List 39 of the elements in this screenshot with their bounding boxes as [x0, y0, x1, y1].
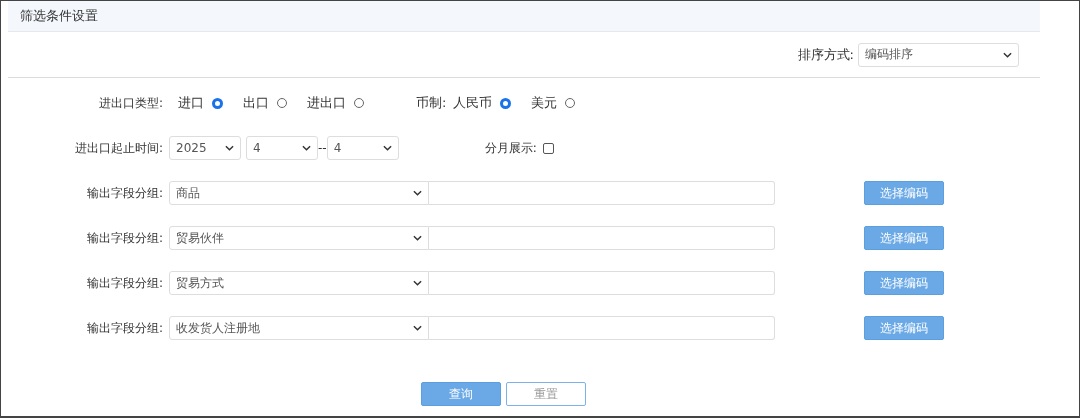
caret-icon: [413, 325, 422, 331]
panel-title: 筛选条件设置: [20, 7, 98, 25]
radio-button[interactable]: [500, 97, 512, 109]
code-input[interactable]: [429, 316, 775, 340]
group-label: 输出字段分组:: [85, 229, 163, 247]
code-input[interactable]: [429, 181, 775, 205]
radio-button[interactable]: [212, 97, 223, 109]
caret-icon: [382, 145, 392, 151]
group-label: 输出字段分组:: [85, 184, 163, 202]
checkbox[interactable]: [542, 142, 554, 154]
monthly-label: 分月展示:: [484, 139, 537, 157]
field-select[interactable]: 贸易方式: [169, 271, 429, 295]
sort-select[interactable]: 编码排序: [858, 42, 1019, 67]
caret-icon: [225, 145, 234, 151]
month-select[interactable]: 4: [246, 136, 318, 160]
radio-label: 进口: [178, 94, 204, 112]
trade-type-label: 进出口类型:: [97, 94, 163, 112]
code-input[interactable]: [429, 226, 775, 250]
caret-icon: [1003, 51, 1012, 58]
currency-label: 币制:: [416, 94, 447, 112]
radio-label: 人民币: [453, 94, 493, 112]
month-select[interactable]: 4: [326, 136, 399, 160]
field-select[interactable]: 商品: [169, 181, 429, 205]
caret-icon: [413, 190, 422, 196]
code-input[interactable]: [429, 271, 775, 295]
sort-label: 排序方式:: [797, 45, 854, 64]
radio-label: 进出口: [307, 94, 346, 112]
group-label: 输出字段分组:: [85, 274, 163, 292]
caret-icon: [413, 235, 422, 241]
radio-label: 出口: [243, 94, 269, 112]
field-select[interactable]: 贸易伙伴: [169, 226, 429, 250]
range-separator: --: [318, 141, 327, 155]
group-label: 输出字段分组:: [85, 319, 163, 337]
year-select[interactable]: 2025: [169, 136, 241, 160]
radio-label: 美元: [531, 94, 558, 112]
period-label: 进出口起止时间:: [73, 139, 163, 157]
field-select[interactable]: 收发货人注册地: [169, 316, 429, 340]
caret-icon: [413, 280, 422, 286]
caret-icon: [302, 145, 311, 151]
